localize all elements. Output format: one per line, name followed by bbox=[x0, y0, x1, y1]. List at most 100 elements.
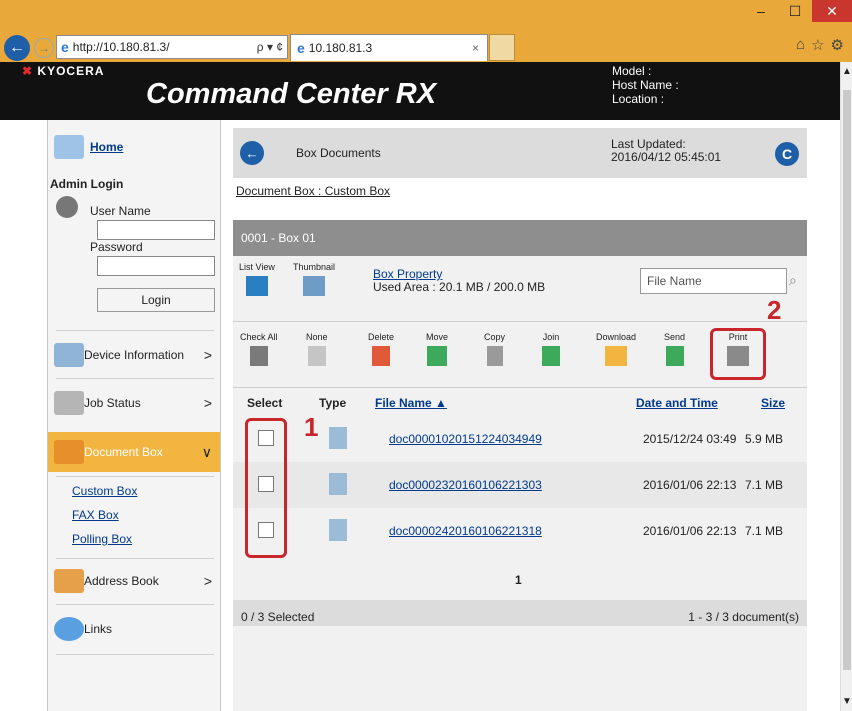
sidebar-link-fax-box[interactable]: FAX Box bbox=[72, 508, 119, 522]
browser-forward-button[interactable]: → bbox=[34, 38, 54, 58]
download-folder-icon bbox=[605, 346, 628, 366]
browser-tab[interactable]: e 10.180.81.3 × bbox=[290, 34, 488, 61]
tab-title: 10.180.81.3 bbox=[308, 41, 373, 55]
list-view-button[interactable]: List View bbox=[239, 262, 275, 296]
sidebar-item-address-book[interactable]: Address Book > bbox=[48, 564, 220, 598]
file-size: 7.1 MB bbox=[745, 524, 784, 538]
favorites-star-icon[interactable]: ☆ bbox=[811, 36, 824, 54]
file-name-link[interactable]: doc00002320160106221303 bbox=[389, 478, 542, 492]
sidebar-item-job-status[interactable]: Job Status > bbox=[48, 386, 220, 420]
refresh-icon[interactable]: C bbox=[775, 142, 799, 166]
app-title: Command Center RX bbox=[146, 78, 437, 110]
thumbnail-view-button[interactable]: Thumbnail bbox=[293, 262, 335, 296]
last-updated-value: 2016/04/12 05:45:01 bbox=[611, 150, 722, 164]
copy-icon bbox=[486, 346, 503, 366]
document-count: 1 - 3 / 3 document(s) bbox=[688, 610, 799, 624]
document-type-icon bbox=[329, 473, 347, 495]
globe-icon bbox=[54, 617, 84, 641]
page-number[interactable]: 1 bbox=[515, 573, 522, 587]
file-date: 2016/01/06 22:13 bbox=[643, 524, 737, 538]
ie-icon: e bbox=[297, 40, 305, 56]
copy-button[interactable]: Copy bbox=[484, 332, 505, 366]
ie-icon: e bbox=[61, 39, 69, 55]
settings-gear-icon[interactable]: ⚙ bbox=[831, 36, 844, 54]
sidebar-item-device-information[interactable]: Device Information > bbox=[48, 338, 220, 372]
chevron-right-icon: > bbox=[203, 573, 212, 589]
divider bbox=[56, 604, 214, 605]
user-name-input[interactable] bbox=[97, 220, 215, 240]
box-panel-header: 0001 - Box 01 bbox=[233, 220, 807, 256]
uncheck-all-icon bbox=[307, 346, 326, 366]
home-icon[interactable]: ⌂ bbox=[796, 36, 805, 54]
none-button[interactable]: None bbox=[306, 332, 328, 366]
thumbnail-icon bbox=[303, 276, 326, 296]
password-input[interactable] bbox=[97, 256, 215, 276]
chevron-right-icon: > bbox=[203, 347, 212, 363]
job-status-icon bbox=[54, 391, 84, 415]
url-text: http://10.180.81.3/ bbox=[72, 40, 170, 54]
table-row: doc00002420160106221318 2016/01/06 22:13… bbox=[233, 508, 807, 554]
divider bbox=[56, 330, 214, 331]
page-scrollbar[interactable]: ▲ ▼ bbox=[840, 62, 852, 711]
admin-login-heading: Admin Login bbox=[50, 177, 124, 191]
sidebar-item-links[interactable]: Links bbox=[48, 612, 220, 646]
file-name-link[interactable]: doc00001020151224034949 bbox=[389, 432, 542, 446]
scroll-down-icon[interactable]: ▼ bbox=[842, 696, 852, 707]
col-date-time[interactable]: Date and Time bbox=[636, 396, 718, 410]
breadcrumb[interactable]: Document Box : Custom Box bbox=[236, 184, 390, 198]
divider bbox=[56, 654, 214, 655]
check-all-button[interactable]: Check All bbox=[240, 332, 278, 366]
scroll-thumb[interactable] bbox=[843, 90, 851, 670]
divider bbox=[56, 558, 214, 559]
maximize-icon[interactable]: ☐ bbox=[778, 0, 812, 22]
col-type: Type bbox=[319, 396, 347, 410]
new-tab-button[interactable] bbox=[489, 34, 515, 61]
col-file-name[interactable]: File Name ▲ bbox=[375, 396, 447, 410]
location-label: Location : bbox=[612, 92, 665, 106]
divider bbox=[56, 378, 214, 379]
kyocera-logo: ✖ KYOCERA bbox=[22, 64, 105, 78]
minimize-icon[interactable]: – bbox=[744, 0, 778, 22]
tab-close-icon[interactable]: × bbox=[472, 41, 487, 55]
address-bar[interactable]: e http://10.180.81.3/ ρ ▾ ¢ bbox=[56, 35, 288, 59]
delete-button[interactable]: Delete bbox=[368, 332, 394, 366]
col-size[interactable]: Size bbox=[761, 396, 785, 410]
join-button[interactable]: Join bbox=[542, 332, 560, 366]
file-name-link[interactable]: doc00002420160106221318 bbox=[389, 524, 542, 538]
sidebar-link-custom-box[interactable]: Custom Box bbox=[72, 484, 137, 498]
check-all-icon bbox=[249, 346, 268, 366]
last-updated: Last Updated: 2016/04/12 05:45:01 bbox=[611, 138, 721, 164]
file-date: 2016/01/06 22:13 bbox=[643, 478, 737, 492]
address-book-icon bbox=[54, 569, 84, 593]
table-header: Select Type File Name ▲ Date and Time Si… bbox=[233, 392, 807, 416]
sidebar: Home Admin Login User Name Password Logi… bbox=[47, 120, 221, 711]
move-icon bbox=[427, 346, 447, 366]
chevron-down-icon: ∨ bbox=[201, 443, 212, 460]
selected-count: 0 / 3 Selected bbox=[241, 610, 315, 624]
back-arrow-icon[interactable]: ← bbox=[240, 141, 264, 165]
sidebar-item-home[interactable]: Home bbox=[48, 132, 220, 162]
divider bbox=[56, 476, 214, 477]
send-button[interactable]: Send bbox=[664, 332, 685, 366]
login-button[interactable]: Login bbox=[97, 288, 215, 312]
document-type-icon bbox=[329, 519, 347, 541]
sidebar-item-document-box[interactable]: Document Box ∨ bbox=[48, 432, 220, 472]
browser-back-button[interactable]: ← bbox=[4, 35, 30, 61]
move-button[interactable]: Move bbox=[426, 332, 448, 366]
scroll-up-icon[interactable]: ▲ bbox=[842, 66, 852, 77]
host-name-label: Host Name : bbox=[612, 78, 679, 92]
search-icon[interactable]: ⌕ bbox=[789, 272, 797, 289]
window-controls: – ☐ ✕ bbox=[744, 0, 852, 30]
used-area-text: Used Area : 20.1 MB / 200.0 MB bbox=[373, 280, 546, 294]
user-name-label: User Name bbox=[90, 204, 151, 218]
browser-toolbar-icons: ⌂ ☆ ⚙ bbox=[796, 36, 844, 54]
col-select: Select bbox=[247, 396, 283, 410]
close-icon[interactable]: ✕ bbox=[812, 0, 852, 22]
file-name-search-input[interactable]: File Name bbox=[640, 268, 787, 294]
page-title: Box Documents bbox=[296, 146, 381, 160]
address-controls[interactable]: ρ ▾ ¢ bbox=[257, 40, 287, 54]
delete-icon bbox=[372, 346, 390, 366]
chevron-right-icon: > bbox=[203, 395, 212, 411]
download-button[interactable]: Download bbox=[596, 332, 636, 366]
sidebar-link-polling-box[interactable]: Polling Box bbox=[72, 532, 132, 546]
